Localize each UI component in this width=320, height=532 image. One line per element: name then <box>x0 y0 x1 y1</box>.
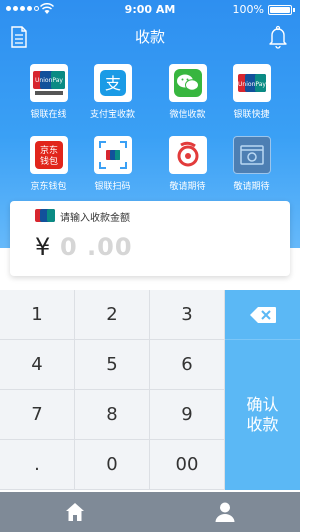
svg-text:钱包: 钱包 <box>39 155 57 167</box>
key-7[interactable]: 7 <box>0 390 75 440</box>
key-0[interactable]: 0 <box>75 440 150 490</box>
jd-wallet-icon: 京东 钱包 <box>29 136 68 174</box>
grid-label: 敬请期待 <box>233 182 270 192</box>
unionpay-logo-icon <box>35 209 55 222</box>
amount-hint: 请输入收款金额 <box>60 213 130 224</box>
grid-item-unionpay-quick[interactable]: UnionPay 银联快捷 <box>214 64 289 120</box>
numeric-keypad: 1 2 3 4 5 6 7 8 9 . 0 00 确认收款 <box>0 290 300 490</box>
battery-icon <box>268 5 292 15</box>
amount-input[interactable]: 0 .00 <box>60 233 133 261</box>
amount-card[interactable]: 请输入收款金额 ¥ 0 .00 <box>10 201 290 276</box>
confirm-payment-button[interactable]: 确认收款 <box>225 340 300 490</box>
page-title: 收款 <box>134 28 165 46</box>
grid-item-unionpay-scan[interactable]: 银联扫码 <box>75 136 150 192</box>
bell-icon[interactable] <box>268 25 288 49</box>
svg-text:UnionPay: UnionPay <box>35 77 63 84</box>
grid-item-coming-soon-2[interactable]: 敬请期待 <box>214 136 289 192</box>
svg-text:UnionPay: UnionPay <box>238 81 266 88</box>
battery-percentage: 100% <box>232 3 264 16</box>
delete-button[interactable] <box>225 290 300 340</box>
tab-bar <box>0 492 300 532</box>
coming-soon-icon <box>168 136 207 174</box>
key-5[interactable]: 5 <box>75 340 150 390</box>
tab-home[interactable] <box>0 492 150 532</box>
grid-item-alipay[interactable]: 支 支付宝收款 <box>75 64 150 120</box>
key-9[interactable]: 9 <box>150 390 225 440</box>
nav-bar: 收款 <box>0 22 300 54</box>
grid-label: 支付宝收款 <box>89 110 135 120</box>
coming-soon-icon <box>232 136 271 174</box>
key-00[interactable]: 00 <box>150 440 225 490</box>
unionpay-scan-icon <box>93 136 132 174</box>
key-1[interactable]: 1 <box>0 290 75 340</box>
confirm-label: 确认收款 <box>246 395 279 434</box>
user-icon <box>215 502 235 522</box>
currency-symbol: ¥ <box>35 233 51 261</box>
backspace-icon <box>249 306 276 323</box>
grid-label: 银联扫码 <box>94 182 131 192</box>
grid-label: 银联快捷 <box>233 110 270 120</box>
key-decimal[interactable]: . <box>0 440 75 490</box>
key-2[interactable]: 2 <box>75 290 150 340</box>
key-4[interactable]: 4 <box>0 340 75 390</box>
key-8[interactable]: 8 <box>75 390 150 440</box>
home-icon <box>66 503 84 521</box>
key-6[interactable]: 6 <box>150 340 225 390</box>
wechat-icon <box>168 64 207 102</box>
alipay-icon: 支 <box>93 64 132 102</box>
svg-text:支: 支 <box>104 74 120 93</box>
svg-text:京东: 京东 <box>39 144 57 156</box>
status-bar: 9:00 AM 100% <box>0 0 300 20</box>
key-3[interactable]: 3 <box>150 290 225 340</box>
unionpay-quick-icon: UnionPay <box>232 64 271 102</box>
unionpay-online-icon: UnionPay <box>29 64 68 102</box>
tab-profile[interactable] <box>150 492 300 532</box>
